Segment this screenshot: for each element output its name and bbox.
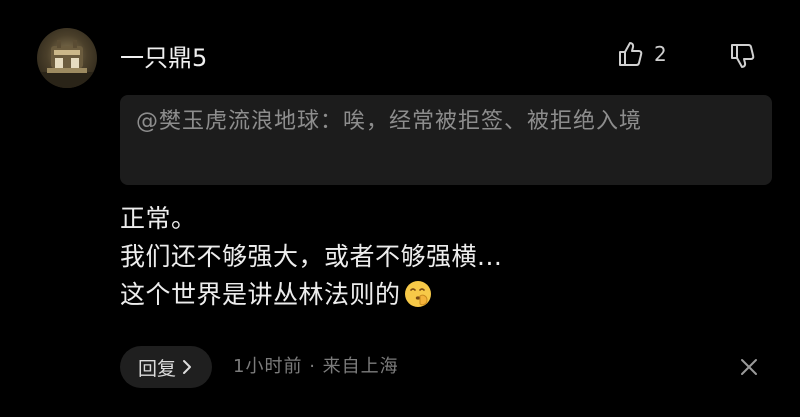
avatar-image <box>37 40 97 88</box>
avatar[interactable] <box>37 28 97 88</box>
shushing-face-emoji <box>403 279 433 320</box>
comment-line-with-emoji: 这个世界是讲丛林法则的 <box>120 276 780 320</box>
comment-location: 来自上海 <box>322 356 399 377</box>
comment-body: 正常。 我们还不够强大，或者不够强横... 这个世界是讲丛林法则的 <box>120 200 780 320</box>
comment-line: 我们还不够强大，或者不够强横... <box>120 242 503 271</box>
comment-meta: 1小时前 · 来自上海 <box>233 354 399 380</box>
comment-time: 1小时前 <box>233 356 303 377</box>
comment-line: 正常。 <box>120 204 197 233</box>
quoted-comment[interactable]: @樊玉虎流浪地球：唉，经常被拒签、被拒绝入境 <box>120 95 772 185</box>
thumbs-down-icon <box>731 44 755 68</box>
meta-separator: · <box>309 356 323 377</box>
reply-label: 回复 <box>137 357 176 380</box>
comment-line-text: 这个世界是讲丛林法则的 <box>120 280 401 309</box>
like-count: 2 <box>654 42 667 66</box>
close-icon <box>741 359 757 375</box>
username[interactable]: 一只鼎5 <box>120 42 207 74</box>
close-button[interactable] <box>738 356 760 382</box>
chevron-right-icon <box>183 360 191 374</box>
thumbs-up-icon <box>619 42 643 66</box>
like-button[interactable]: 2 <box>616 40 667 68</box>
reply-button[interactable]: 回复 <box>120 346 212 388</box>
dislike-button[interactable] <box>728 42 756 74</box>
